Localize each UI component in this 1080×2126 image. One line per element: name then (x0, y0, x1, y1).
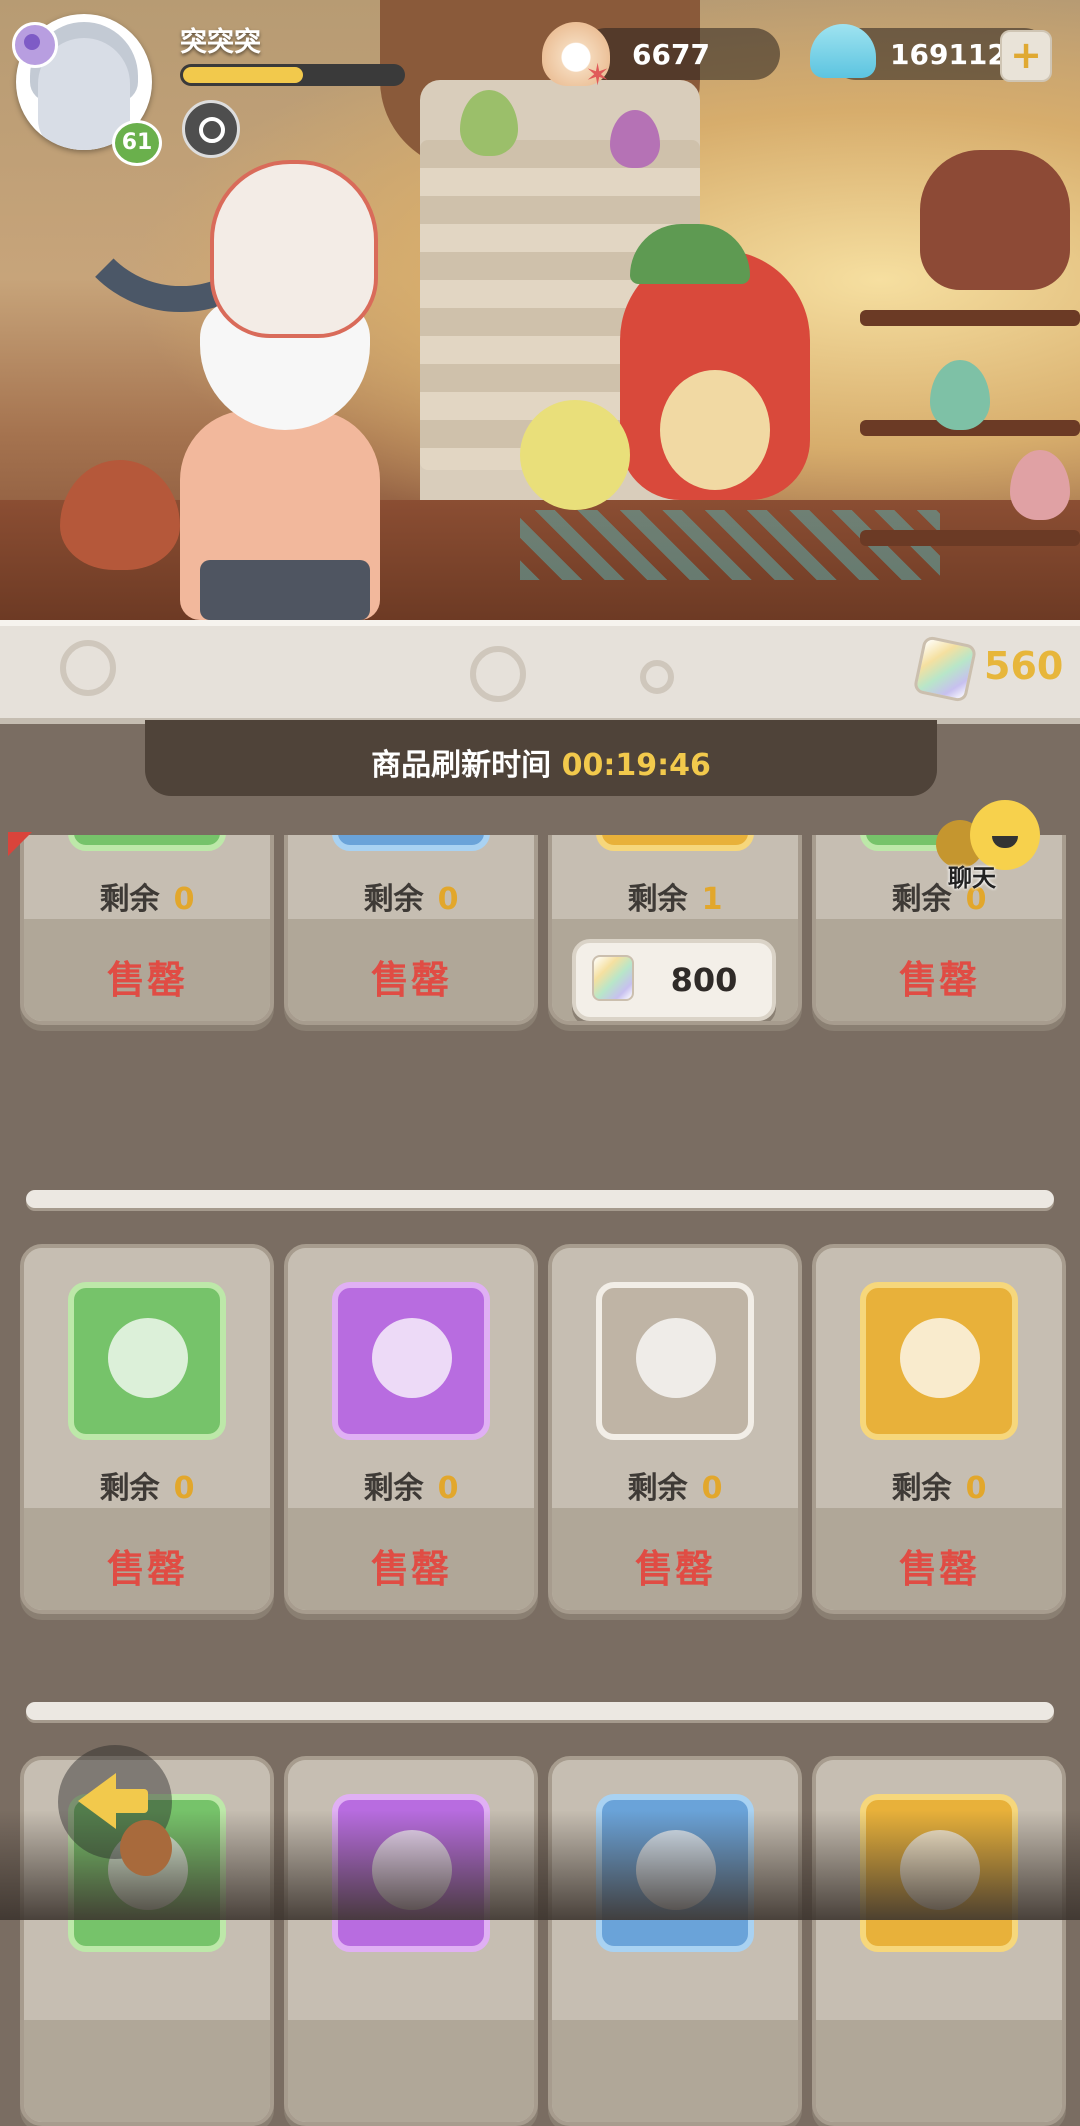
shop-item-card[interactable]: 剩余 0 售罄 (812, 1244, 1066, 1614)
item-frame (68, 835, 226, 851)
shop-item-card[interactable]: 剩余 0 售罄 (20, 1244, 274, 1614)
item-frame (332, 1282, 490, 1440)
crystal-count: 560 (984, 644, 1064, 688)
sold-out-label: 售罄 (898, 958, 979, 1002)
remaining-value: 0 (437, 1471, 459, 1506)
remaining-value: 0 (173, 882, 195, 917)
settings-gear-icon[interactable] (182, 100, 240, 158)
sold-out-label: 售罄 (370, 958, 451, 1002)
shop-item-card[interactable]: 剩余 0 售罄 (548, 1244, 802, 1614)
item-frame (596, 1282, 754, 1440)
starfish-icon: ✶ (585, 58, 611, 93)
remaining-count: 剩余 0 (24, 1463, 270, 1507)
sold-out-label: 售罄 (634, 1547, 715, 1591)
squirrel-pet-icon (120, 1820, 172, 1876)
sold-out-label: 售罄 (106, 958, 187, 1002)
red-corner-marker (8, 832, 32, 856)
sold-out-label: 售罄 (898, 1547, 979, 1591)
remaining-value: 1 (701, 882, 723, 917)
xp-bar-fill (183, 67, 303, 83)
buy-button[interactable]: 800 (572, 939, 776, 1021)
remaining-count: 剩余 0 (288, 1463, 534, 1507)
shop-grid-row-1: 剩余 0 售罄 剩余 0 售罄 剩余 1 800 剩余 0 售罄 (0, 835, 1080, 1190)
remaining-label: 剩余 (627, 1471, 688, 1506)
shop-item-card[interactable]: 剩余 1 800 (548, 835, 802, 1025)
add-currency-button[interactable]: + (1000, 30, 1052, 82)
avatar-frame-badge-icon (12, 22, 58, 68)
remaining-label: 剩余 (891, 1471, 952, 1506)
rainbow-crystal-icon (592, 955, 634, 1001)
feather-icon (900, 1318, 980, 1398)
remaining-value: 0 (173, 1471, 195, 1506)
player-character (60, 140, 430, 620)
back-arrow-tail (110, 1789, 148, 1813)
refresh-label: 商品刷新时间 (371, 748, 552, 783)
player-level-badge: 61 (112, 120, 162, 166)
remaining-count: 剩余 0 (24, 874, 270, 918)
shop-item-card[interactable]: 剩余 0 售罄 (20, 835, 274, 1025)
item-frame (68, 1282, 226, 1440)
remaining-value: 0 (701, 1471, 723, 1506)
row-divider (26, 1702, 1054, 1720)
remaining-label: 剩余 (891, 882, 952, 917)
shop-item-card[interactable]: 剩余 0 售罄 (284, 835, 538, 1025)
yellow-bird (520, 400, 630, 510)
hearts-icon (108, 1318, 188, 1398)
shell-count: 169112 (890, 38, 1007, 71)
shop-scene (0, 0, 1080, 620)
remaining-label: 剩余 (99, 1471, 160, 1506)
remaining-label: 剩余 (99, 882, 160, 917)
player-name: 突突突 (180, 27, 261, 58)
remaining-value: 0 (437, 882, 459, 917)
remaining-count: 剩余 0 (816, 1463, 1062, 1507)
refresh-text: 商品刷新时间 00:19:46 (145, 740, 937, 784)
remaining-count: 剩余 0 (552, 1463, 798, 1507)
item-frame (596, 835, 754, 851)
blue-wing-icon (636, 1318, 716, 1398)
xp-bar (180, 64, 405, 86)
sold-out-label: 售罄 (370, 1547, 451, 1591)
price-value: 800 (670, 961, 738, 999)
shop-item-card[interactable]: 剩余 0 售罄 (284, 1244, 538, 1614)
remaining-count: 剩余 1 (552, 874, 798, 918)
item-frame (332, 835, 490, 851)
monster-statue-icon (372, 1318, 452, 1398)
boar-shopkeeper (920, 150, 1070, 290)
remaining-label: 剩余 (627, 882, 688, 917)
chat-label: 聊天 (948, 864, 996, 892)
remaining-label: 剩余 (363, 882, 424, 917)
item-frame (860, 1282, 1018, 1440)
remaining-label: 剩余 (363, 1471, 424, 1506)
red-dino-shopkeeper (620, 224, 810, 500)
refresh-timer: 00:19:46 (561, 748, 711, 783)
remaining-count: 剩余 0 (816, 874, 1062, 918)
refresh-banner: 商品刷新时间 00:19:46 (145, 720, 937, 796)
row-divider (26, 1190, 1054, 1208)
pearl-count: 6677 (632, 38, 710, 71)
remaining-value: 0 (965, 1471, 987, 1506)
remaining-count: 剩余 0 (288, 874, 534, 918)
sold-out-label: 售罄 (106, 1547, 187, 1591)
